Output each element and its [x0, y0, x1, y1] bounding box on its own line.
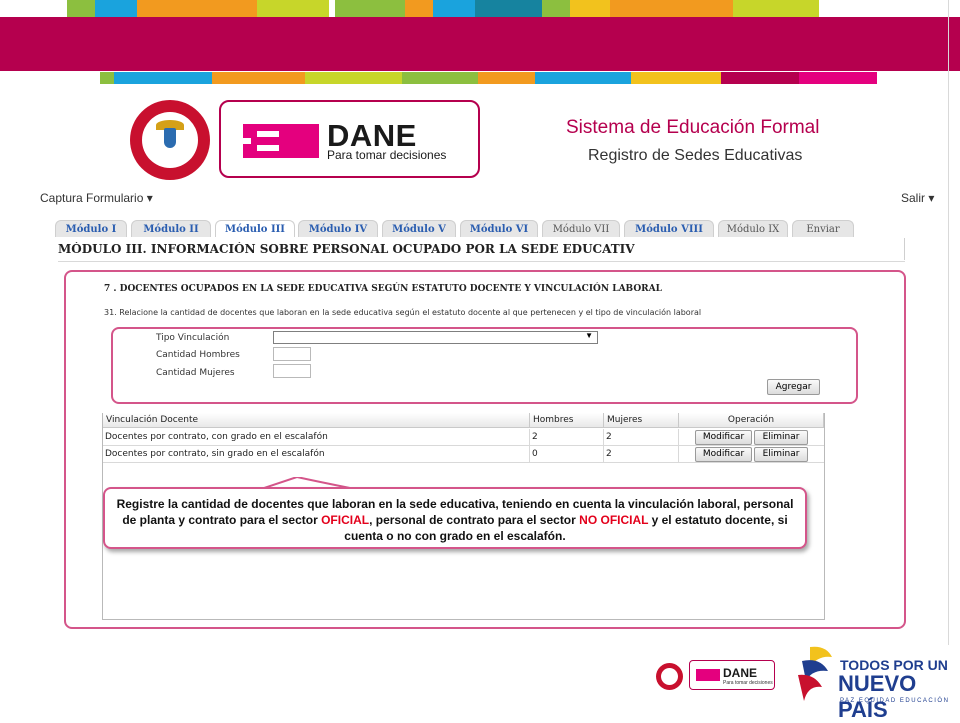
callout-highlight-no-oficial: NO OFICIAL	[579, 513, 649, 527]
col-header-operacion: Operación	[679, 413, 824, 428]
section-title: 7 . DOCENTES OCUPADOS EN LA SEDE EDUCATI…	[104, 284, 662, 294]
cantidad-hombres-label: Cantidad Hombres	[156, 350, 240, 360]
cantidad-mujeres-label: Cantidad Mujeres	[156, 368, 235, 378]
divider	[948, 0, 949, 645]
agregar-button[interactable]: Agregar	[767, 379, 820, 395]
section-question: 31. Relacione la cantidad de docentes qu…	[104, 308, 702, 317]
cell-mujeres: 2	[604, 429, 679, 446]
dane-mark-icon	[696, 669, 720, 681]
tipo-vinculacion-label: Tipo Vinculación	[156, 333, 230, 343]
callout-highlight-oficial: OFICIAL	[321, 513, 370, 527]
dane-tagline: Para tomar decisiones	[327, 148, 447, 162]
slogan-line-2: NUEVO PAÍS	[838, 671, 917, 722]
top-banner	[0, 17, 960, 71]
captura-formulario-menu[interactable]: Captura Formulario ▾	[40, 191, 153, 205]
dane-mark-icon	[243, 124, 319, 158]
colombia-seal-icon	[130, 100, 210, 180]
cell-hombres: 2	[530, 429, 604, 446]
system-subtitle: Registro de Sedes Educativas	[588, 147, 803, 164]
callout-text-2: , personal de contrato para el sector	[369, 513, 580, 527]
col-header-vinculacion: Vinculación Docente	[103, 413, 530, 428]
system-title: Sistema de Educación Formal	[566, 117, 820, 138]
tab-modulo-ii[interactable]: Módulo II	[131, 220, 211, 237]
tipo-vinculacion-select[interactable]: ▼	[273, 331, 598, 344]
nuevo-pais-flag-icon	[798, 646, 832, 701]
tab-modulo-iv[interactable]: Módulo IV	[298, 220, 378, 237]
salir-menu[interactable]: Salir ▾	[901, 191, 934, 205]
cantidad-hombres-input[interactable]	[273, 347, 311, 361]
col-header-mujeres: Mujeres	[604, 413, 679, 428]
tab-enviar[interactable]: Enviar	[792, 220, 854, 237]
tab-modulo-viii[interactable]: Módulo VIII	[624, 220, 714, 237]
cell-hombres: 0	[530, 446, 604, 463]
top-color-stripe	[67, 0, 819, 17]
cell-vinculacion: Docentes por contrato, con grado en el e…	[103, 429, 530, 446]
eliminar-button[interactable]: Eliminar	[754, 430, 808, 445]
dropdown-arrow-icon: ▼	[585, 331, 593, 340]
col-header-hombres: Hombres	[530, 413, 604, 428]
header-color-stripe	[100, 72, 877, 84]
dane-logo: DANE Para tomar decisiones	[219, 100, 480, 178]
modificar-button[interactable]: Modificar	[695, 447, 752, 462]
eliminar-button[interactable]: Eliminar	[754, 447, 808, 462]
cell-mujeres: 2	[604, 446, 679, 463]
divider	[904, 238, 905, 260]
tab-modulo-ix[interactable]: Módulo IX	[718, 220, 788, 237]
tab-modulo-iii[interactable]: Módulo III	[215, 220, 295, 237]
tab-modulo-vii[interactable]: Módulo VII	[542, 220, 620, 237]
tab-modulo-v[interactable]: Módulo V	[382, 220, 456, 237]
footer-dane-tagline: Para tomar decisiones	[723, 680, 773, 686]
modificar-button[interactable]: Modificar	[695, 430, 752, 445]
tab-modulo-vi[interactable]: Módulo VI	[460, 220, 538, 237]
cantidad-mujeres-input[interactable]	[273, 364, 311, 378]
slogan-line-3: PAZ EQUIDAD EDUCACIÓN	[840, 698, 950, 704]
module-heading: MÓDULO III. INFORMACIÓN SOBRE PERSONAL O…	[58, 242, 905, 262]
cell-vinculacion: Docentes por contrato, sin grado en el e…	[103, 446, 530, 463]
footer-dane-logo: DANE Para tomar decisiones	[689, 660, 775, 690]
help-callout: Registre la cantidad de docentes que lab…	[103, 487, 807, 549]
footer-dane-wordmark: DANE	[723, 666, 758, 680]
colombia-seal-icon	[656, 663, 683, 690]
tab-modulo-i[interactable]: Módulo I	[55, 220, 127, 237]
